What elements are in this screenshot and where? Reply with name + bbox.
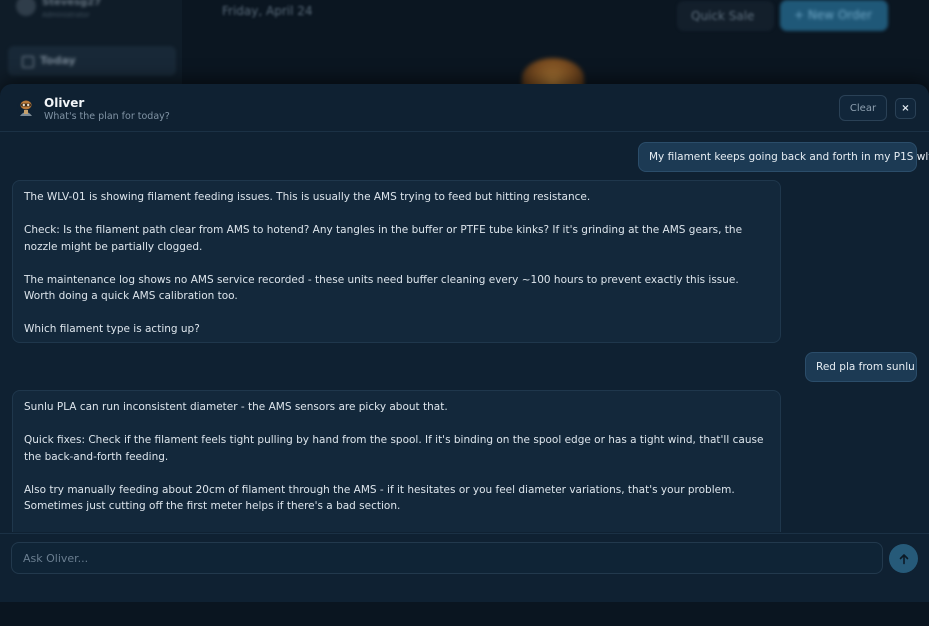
oliver-avatar-icon — [17, 99, 35, 117]
chat-input-bar — [0, 533, 929, 602]
bottom-strip — [0, 602, 929, 626]
user-message: My filament keeps going back and forth i… — [638, 142, 929, 172]
message-paragraph: Which filament type is acting up? — [24, 323, 200, 335]
background-date: Friday, April 24 — [222, 4, 313, 18]
assistant-name: Oliver — [44, 96, 85, 110]
arrow-up-icon — [899, 553, 908, 564]
send-button[interactable] — [889, 544, 918, 573]
quick-sale-label: Quick Sale — [691, 9, 755, 23]
message-paragraph: Sunlu PLA can run inconsistent diameter … — [24, 401, 448, 413]
background-user-profile: Stevesg27 Administrator — [12, 0, 162, 24]
message-paragraph: The WLV-01 is showing filament feeding i… — [24, 191, 591, 203]
message-paragraph: Check: Is the filament path clear from A… — [24, 224, 743, 253]
ask-input[interactable] — [11, 542, 883, 574]
sidebar-item-label: Today — [40, 54, 76, 67]
user-avatar — [16, 0, 36, 16]
chat-header: Oliver What's the plan for today? Clear … — [0, 84, 929, 132]
assistant-message: The WLV-01 is showing filament feeding i… — [12, 180, 781, 343]
message-paragraph: Also try manually feeding about 20cm of … — [24, 483, 735, 513]
message-paragraph: The maintenance log shows no AMS service… — [24, 273, 739, 303]
quick-sale-button: Quick Sale — [677, 1, 774, 31]
new-order-label: + New Order — [794, 8, 872, 22]
close-button[interactable]: × — [895, 98, 916, 119]
message-list: My filament keeps going back and forth i… — [0, 132, 929, 532]
assistant-message: Sunlu PLA can run inconsistent diameter … — [12, 390, 781, 532]
user-message: Red pla from sunlu — [805, 352, 917, 382]
chat-panel: Oliver What's the plan for today? Clear … — [0, 84, 929, 602]
sidebar-item-today: Today — [8, 46, 176, 76]
user-name: Stevesg27 — [42, 0, 102, 8]
message-paragraph: Quick fixes: Check if the filament feels… — [24, 434, 764, 463]
close-icon: × — [901, 103, 910, 114]
clear-button[interactable]: Clear — [839, 95, 887, 121]
calendar-icon — [22, 56, 34, 68]
assistant-subtitle: What's the plan for today? — [44, 111, 170, 122]
user-role: Administrator — [42, 11, 90, 19]
new-order-button: + New Order — [780, 0, 888, 31]
